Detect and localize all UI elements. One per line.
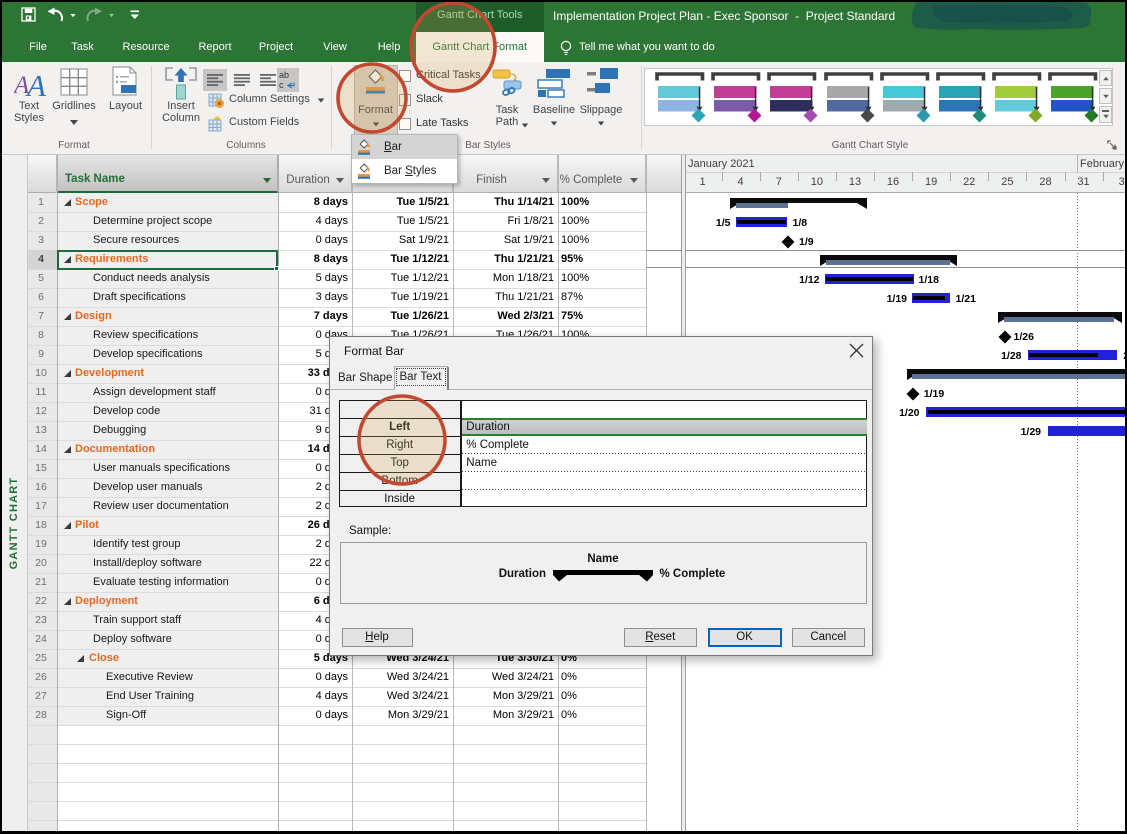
svg-text:c: c [279, 80, 284, 90]
svg-text:ab: ab [279, 70, 289, 80]
svg-text:A: A [25, 68, 47, 98]
